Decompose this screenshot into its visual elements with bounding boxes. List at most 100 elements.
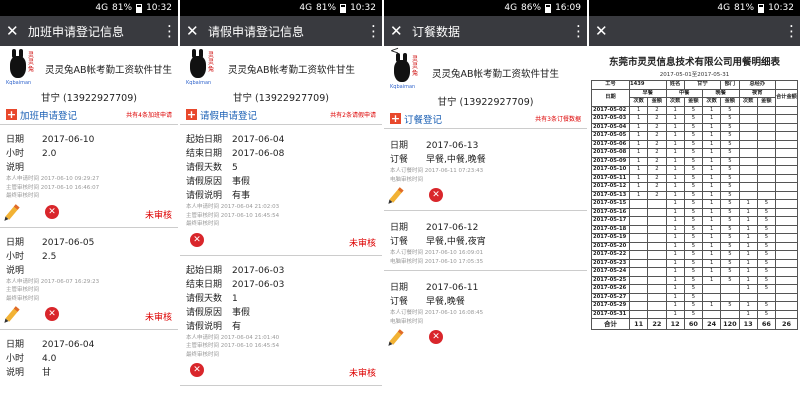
meta-line: 主管审核时间 2017-06-10 16:45:54 [186, 343, 280, 349]
table-row: 2017-05-20 1 5 1 5 1 5 [591, 241, 798, 251]
close-icon[interactable]: ✕ [6, 22, 28, 40]
meta-line: 最终审核时间 [186, 221, 220, 227]
field-row: 小时 2.0 [6, 149, 57, 159]
table-row: 2017-05-26 1 5 1 5 [591, 284, 798, 294]
more-menu-icon[interactable]: ⋮ [366, 22, 381, 40]
page-title: 加班申请登记信息 [28, 24, 125, 39]
app-header: 灵灵兔 Kqbaiman 灵灵兔AB帐考勤工资软件甘生 [0, 46, 178, 88]
table-row: 2017-05-23 1 5 1 5 1 5 [591, 258, 798, 268]
table-row: 2017-05-13 1 2 1 5 1 5 [591, 190, 798, 200]
add-meal-link[interactable]: 订餐登记 [404, 112, 442, 126]
add-overtime-row: + 加班申请登记 共有4条加班申请 [0, 107, 178, 125]
status-badge: 未审核 [144, 210, 172, 221]
edit-icon[interactable] [5, 306, 20, 322]
title-bar: ✕ ⋮ [589, 16, 800, 46]
record-count: 共有3条订餐数据 [535, 116, 581, 123]
more-menu-icon[interactable]: ⋮ [571, 22, 586, 40]
meal-order-screen: 4G 86% 16:09 ✕ 订餐数据 ⋮ < 灵灵兔 Kqbaiman 灵灵兔A… [384, 0, 589, 400]
table-row: 2017-05-15 1 5 1 5 1 5 [591, 199, 798, 209]
table-row: 2017-05-12 1 2 1 5 1 5 [591, 182, 798, 192]
edit-icon[interactable] [389, 187, 404, 203]
battery-icon [758, 3, 765, 13]
status-bar: 4G 81% 10:32 [0, 0, 178, 16]
meal-report-table: 工号 1439 姓名 甘宁 部门 总经办 日期 早餐 中餐 晚餐 夜宵 合计金额… [591, 80, 798, 330]
battery-text: 86% [521, 3, 542, 13]
meal-report-screen: 4G 81% 10:32 ✕ ⋮ 东莞市灵灵信息技术有限公司用餐明细表 2017… [589, 0, 800, 400]
page-title: 请假申请登记信息 [208, 24, 305, 39]
meta-line: 本人申请时间 2017-06-04 21:02:03 [186, 204, 280, 210]
app-header: 灵灵兔 Kqbaiman 灵灵兔AB帐考勤工资软件甘生 [180, 46, 382, 88]
add-overtime-link[interactable]: 加班申请登记 [20, 108, 77, 122]
meta-line: 电脑审核时间 2017-06-10 17:05:35 [390, 258, 484, 265]
delete-icon[interactable]: ✕ [190, 232, 204, 247]
close-icon[interactable]: ✕ [390, 22, 412, 40]
delete-icon[interactable]: ✕ [45, 204, 59, 219]
rabbit-logo: 灵灵兔 Kqbaiman [6, 49, 35, 86]
overtime-screen: 4G 81% 10:32 ✕ 加班申请登记信息 ⋮ 灵灵兔 Kqbaiman 灵灵… [0, 0, 180, 400]
status-badge: 未审核 [348, 369, 376, 379]
title-bar: ✕ 订餐数据 ⋮ [384, 16, 587, 46]
edit-icon[interactable] [389, 329, 404, 345]
plus-icon[interactable]: + [186, 109, 197, 120]
status-bar: 4G 86% 16:09 [384, 0, 587, 16]
plus-icon[interactable]: + [6, 109, 17, 120]
user-info: 甘宁 (13922927709) [41, 93, 137, 104]
table-row: 2017-05-05 1 2 1 5 1 5 [591, 131, 798, 141]
time-text: 16:09 [555, 3, 581, 13]
close-icon[interactable]: ✕ [186, 22, 208, 40]
signal-text: 4G [299, 3, 313, 13]
time-text: 10:32 [768, 3, 794, 13]
more-menu-icon[interactable]: ⋮ [784, 22, 799, 40]
time-text: 10:32 [146, 3, 172, 13]
signal-text: 4G [717, 3, 731, 13]
field-row: 小时 4.0 [6, 354, 57, 364]
add-leave-link[interactable]: 请假申请登记 [200, 108, 257, 122]
meta-line: 主管审核时间 2017-06-10 16:46:07 [6, 184, 100, 191]
title-bar: ✕ 加班申请登记信息 ⋮ [0, 16, 178, 46]
close-icon[interactable]: ✕ [595, 22, 617, 40]
meta-line: 最终审核时间 [186, 351, 220, 358]
more-menu-icon[interactable]: ⋮ [162, 22, 177, 40]
table-row: 2017-05-24 1 5 1 5 1 5 [591, 267, 798, 277]
table-row: 2017-05-11 1 2 1 5 1 5 [591, 173, 798, 183]
list-item: 起始日期 2017-06-04 结束日期 2017-06-08 请假天数 5 请假原因… [180, 125, 382, 256]
delete-icon[interactable]: ✕ [429, 188, 443, 202]
delete-icon[interactable]: ✕ [429, 330, 443, 344]
delete-icon[interactable]: ✕ [45, 307, 59, 321]
table-row: 2017-05-04 1 2 1 5 1 5 [591, 122, 798, 132]
plus-icon[interactable]: + [390, 113, 401, 124]
table-row: 2017-05-03 1 2 1 5 1 5 [591, 114, 798, 124]
record-count: 共有2条请假申请 [330, 112, 376, 119]
page-title: 订餐数据 [412, 24, 461, 39]
meal-header-row: 日期 早餐 中餐 晚餐 夜宵 合计金额 [591, 88, 798, 107]
meta-line: 电脑审核时间 [390, 318, 424, 325]
list-item: 日期 2017-06-12 订餐 早餐,中餐,夜宵 本人订餐时间 2017-06-1… [384, 211, 587, 271]
back-link[interactable]: < [384, 45, 587, 56]
title-bar: ✕ 请假申请登记信息 ⋮ [180, 16, 382, 46]
table-row: 2017-05-25 1 5 1 5 1 5 [591, 275, 798, 285]
field-row: 小时 2.5 [6, 251, 57, 262]
list-item: 日期 2017-06-11 订餐 早餐,晚餐 本人订餐时间 2017-06-10 1… [384, 271, 587, 352]
status-badge: 未审核 [144, 313, 172, 323]
table-row: 2017-05-29 1 5 1 5 1 5 [591, 301, 798, 311]
app-title: 灵灵兔AB帐考勤工资软件甘生 [228, 65, 356, 76]
time-text: 10:32 [350, 3, 376, 13]
battery-text: 81% [112, 3, 133, 13]
rabbit-logo: 灵灵兔 Kqbaiman [390, 53, 419, 90]
add-leave-row: + 请假申请登记 共有2条请假申请 [180, 107, 382, 125]
delete-icon[interactable]: ✕ [190, 363, 204, 377]
edit-icon[interactable] [5, 203, 20, 220]
field-row: 日期 2017-06-10 [6, 135, 95, 145]
meta-line: 最终审核时间 [6, 295, 40, 302]
add-meal-row: + 订餐登记 共有3条订餐数据 [384, 111, 587, 129]
meta-line: 电脑审核时间 [390, 176, 424, 183]
table-row: 2017-05-17 1 5 1 5 1 5 [591, 216, 798, 226]
table-row: 2017-05-19 1 5 1 5 1 5 [591, 233, 798, 243]
table-row: 2017-05-16 1 5 1 5 1 5 [591, 207, 798, 217]
table-row: 2017-05-06 1 2 1 5 1 5 [591, 139, 798, 149]
app-title: 灵灵兔AB帐考勤工资软件甘生 [44, 65, 172, 76]
app-header: 灵灵兔 Kqbaiman 灵灵兔AB帐考勤工资软件甘生 [384, 53, 587, 92]
table-row: 2017-05-27 1 5 [591, 292, 798, 302]
leave-screen: 4G 81% 10:32 ✕ 请假申请登记信息 ⋮ 灵灵兔 Kqbaiman 灵灵… [180, 0, 384, 400]
battery-text: 81% [734, 3, 755, 13]
